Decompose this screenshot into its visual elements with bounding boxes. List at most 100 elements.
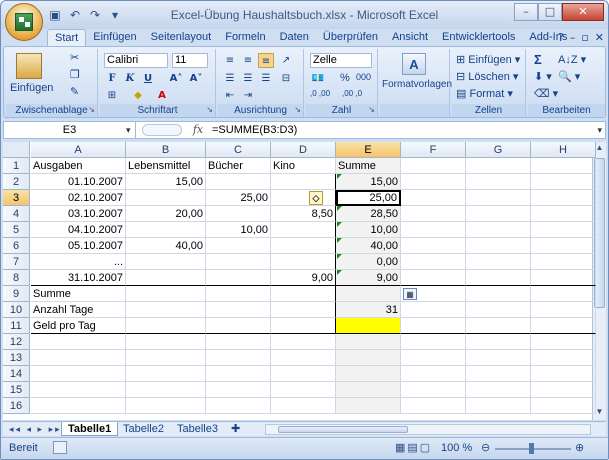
cell-c11[interactable] [206, 318, 271, 334]
tab-formeln[interactable]: Formeln [218, 29, 272, 47]
ribbon-close-icon[interactable]: ✕ [595, 31, 604, 44]
cell-f11[interactable] [401, 318, 466, 334]
dialog-launcher-icon[interactable]: ↘ [368, 103, 375, 116]
sheet-navigation-icons[interactable]: ◂◂ ◂ ▸ ▸▸ [9, 422, 62, 436]
cell-h3[interactable] [531, 190, 596, 206]
cell-f4[interactable] [401, 206, 466, 222]
cell-b13[interactable] [126, 350, 206, 366]
cell-a12[interactable] [31, 334, 126, 350]
cell-h11[interactable] [531, 318, 596, 334]
increase-indent-icon[interactable]: ⇥ [240, 88, 256, 103]
cell-d13[interactable] [271, 350, 336, 366]
cell-g2[interactable] [466, 174, 531, 190]
cell-c15[interactable] [206, 382, 271, 398]
clear-icon[interactable]: ⌫ ▾ [534, 87, 558, 100]
zoom-out-icon[interactable]: ⊖ [481, 441, 490, 454]
cell-d5[interactable] [271, 222, 336, 238]
cell-c3[interactable]: 25,00 [206, 190, 271, 206]
column-header-c[interactable]: C [206, 142, 271, 158]
cell-f7[interactable] [401, 254, 466, 270]
column-header-e[interactable]: E [336, 142, 401, 158]
cell-g7[interactable] [466, 254, 531, 270]
cell-b1[interactable]: Lebensmittel [126, 158, 206, 174]
orientation-icon[interactable]: ↗ [278, 53, 294, 68]
border-icon[interactable]: ⊞ [104, 88, 120, 103]
cell-e4[interactable]: 28,50 [336, 206, 401, 222]
horizontal-scrollbar[interactable] [265, 424, 591, 435]
cell-g10[interactable] [466, 302, 531, 318]
row-header-1[interactable]: 1 [3, 158, 30, 174]
cell-g12[interactable] [466, 334, 531, 350]
expand-formula-icon[interactable]: ▾ [597, 122, 602, 138]
cell-a5[interactable]: 04.10.2007 [31, 222, 126, 238]
row-header-9[interactable]: 9 [3, 286, 30, 302]
cell-c13[interactable] [206, 350, 271, 366]
cell-c1[interactable]: Bücher [206, 158, 271, 174]
cell-d1[interactable]: Kino [271, 158, 336, 174]
decrease-decimal-button[interactable]: ,00 ,0 [342, 89, 362, 98]
cell-h8[interactable] [531, 270, 596, 286]
cell-g15[interactable] [466, 382, 531, 398]
formula-input[interactable]: =SUMME(B3:D3) [212, 122, 297, 138]
row-header-13[interactable]: 13 [3, 350, 30, 366]
align-left-icon[interactable]: ☰ [222, 71, 238, 86]
align-top-icon[interactable]: ≡ [222, 53, 238, 68]
macro-record-icon[interactable] [53, 441, 67, 454]
dialog-launcher-icon[interactable]: ↘ [206, 103, 213, 116]
cell-e10[interactable]: 31 [336, 302, 401, 318]
cell-e7[interactable]: 0,00 [336, 254, 401, 270]
cell-e14[interactable] [336, 366, 401, 382]
autofill-options-icon[interactable]: ▦ [403, 288, 417, 300]
cell-d9[interactable] [271, 286, 336, 302]
cell-f2[interactable] [401, 174, 466, 190]
cell-e15[interactable] [336, 382, 401, 398]
row-header-2[interactable]: 2 [3, 174, 30, 190]
cell-b8[interactable] [126, 270, 206, 286]
zoom-in-icon[interactable]: ⊕ [575, 441, 584, 454]
cell-c4[interactable] [206, 206, 271, 222]
cell-a8[interactable]: 31.10.2007 [31, 270, 126, 286]
tab-daten[interactable]: Daten [273, 29, 316, 47]
cell-c10[interactable] [206, 302, 271, 318]
cell-a14[interactable] [31, 366, 126, 382]
autosum-icon[interactable]: Σ [534, 52, 542, 67]
dialog-launcher-icon[interactable]: ↘ [294, 103, 301, 116]
cell-h7[interactable] [531, 254, 596, 270]
row-header-7[interactable]: 7 [3, 254, 30, 270]
cell-f5[interactable] [401, 222, 466, 238]
sheet-tab-tabelle2[interactable]: Tabelle2 [117, 422, 170, 436]
cell-d12[interactable] [271, 334, 336, 350]
ribbon-minimize-icon[interactable]: – [570, 31, 576, 44]
cell-c6[interactable] [206, 238, 271, 254]
cell-c16[interactable] [206, 398, 271, 414]
cell-a9[interactable]: Summe [31, 286, 126, 302]
column-header-b[interactable]: B [126, 142, 206, 158]
cell-g11[interactable] [466, 318, 531, 334]
minimize-button[interactable]: – [514, 3, 538, 21]
currency-icon[interactable]: 💶 [310, 71, 326, 86]
cell-h1[interactable] [531, 158, 596, 174]
view-buttons-icon[interactable]: ▦▤▢ [395, 441, 432, 454]
cell-c7[interactable] [206, 254, 271, 270]
help-icon[interactable]: ? [558, 31, 564, 44]
cell-e1[interactable]: Summe [336, 158, 401, 174]
cell-e11[interactable] [336, 318, 401, 334]
cell-d16[interactable] [271, 398, 336, 414]
cut-icon[interactable]: ✂ [70, 51, 79, 64]
cell-d2[interactable] [271, 174, 336, 190]
cell-a1[interactable]: Ausgaben [31, 158, 126, 174]
cell-g14[interactable] [466, 366, 531, 382]
cell-g8[interactable] [466, 270, 531, 286]
cell-e3[interactable]: 25,00 [336, 190, 401, 206]
cell-c14[interactable] [206, 366, 271, 382]
formula-cancel-enter-icon[interactable] [142, 124, 182, 136]
tab-start[interactable]: Start [47, 29, 87, 47]
cell-e6[interactable]: 40,00 [336, 238, 401, 254]
cell-a6[interactable]: 05.10.2007 [31, 238, 126, 254]
cell-c2[interactable] [206, 174, 271, 190]
tab-ansicht[interactable]: Ansicht [385, 29, 435, 47]
close-button[interactable]: ✕ [562, 3, 604, 21]
cell-g3[interactable] [466, 190, 531, 206]
cell-b11[interactable] [126, 318, 206, 334]
cell-d15[interactable] [271, 382, 336, 398]
